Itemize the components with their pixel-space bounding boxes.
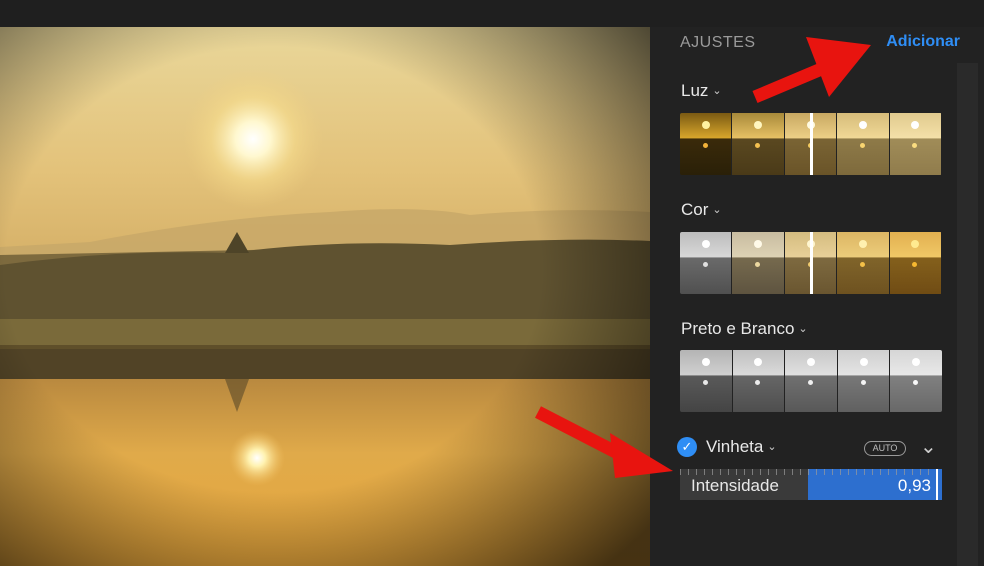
bw-thumb	[837, 350, 891, 412]
chevron-down-icon: ⌄	[767, 441, 777, 453]
checkmark-icon[interactable]: ✓	[677, 437, 697, 457]
section-label: Cor	[681, 200, 709, 219]
expand-chevron-icon[interactable]: ⌄	[920, 434, 937, 459]
bw-thumb	[680, 350, 733, 412]
vignette-row: ✓ Vinheta ⌄ AUTO ⌄	[677, 436, 947, 460]
cor-thumbnail-strip[interactable]	[680, 232, 942, 294]
section-luz-header[interactable]: Luz ⌄	[681, 81, 722, 101]
photo-preview	[0, 27, 650, 566]
scrollbar[interactable]	[957, 63, 978, 566]
intensity-slider[interactable]: Intensidade 0,93	[680, 469, 942, 500]
auto-button[interactable]: AUTO	[864, 441, 906, 456]
top-bar	[0, 0, 984, 27]
add-button[interactable]: Adicionar	[886, 33, 960, 51]
panel-title: AJUSTES	[680, 34, 756, 51]
cor-thumb	[889, 232, 942, 294]
adjustments-panel: AJUSTES Adicionar Luz ⌄ Cor ⌄ Preto e Bran…	[650, 27, 984, 566]
slider-label: Intensidade	[691, 476, 779, 495]
preto-e-branco-thumbnail-strip[interactable]	[680, 350, 942, 412]
luz-thumbnail-strip[interactable]	[680, 113, 942, 175]
slider-ticks	[680, 469, 942, 475]
luz-thumb	[889, 113, 942, 175]
sunset-lake-image	[0, 27, 650, 566]
bw-thumb	[890, 350, 942, 412]
section-cor-header[interactable]: Cor ⌄	[681, 200, 722, 220]
chevron-down-icon: ⌄	[712, 85, 722, 97]
cor-thumb	[732, 232, 785, 294]
slider-handle[interactable]	[936, 469, 938, 500]
slider-value: 0,93	[897, 476, 931, 495]
cor-thumb	[837, 232, 890, 294]
vignette-label: Vinheta	[706, 437, 764, 456]
luz-thumb	[680, 113, 733, 175]
section-label: Luz	[681, 81, 709, 100]
luz-thumb	[837, 113, 890, 175]
vignette-header[interactable]: Vinheta ⌄	[706, 437, 777, 457]
cor-position-marker[interactable]	[810, 232, 813, 294]
chevron-down-icon: ⌄	[712, 204, 722, 216]
cor-thumb	[680, 232, 733, 294]
section-preto-e-branco-header[interactable]: Preto e Branco ⌄	[681, 319, 808, 339]
bw-thumb	[785, 350, 838, 412]
luz-position-marker[interactable]	[810, 113, 813, 175]
section-label: Preto e Branco	[681, 319, 795, 338]
chevron-down-icon: ⌄	[798, 323, 808, 335]
bw-thumb	[732, 350, 786, 412]
luz-thumb	[732, 113, 785, 175]
